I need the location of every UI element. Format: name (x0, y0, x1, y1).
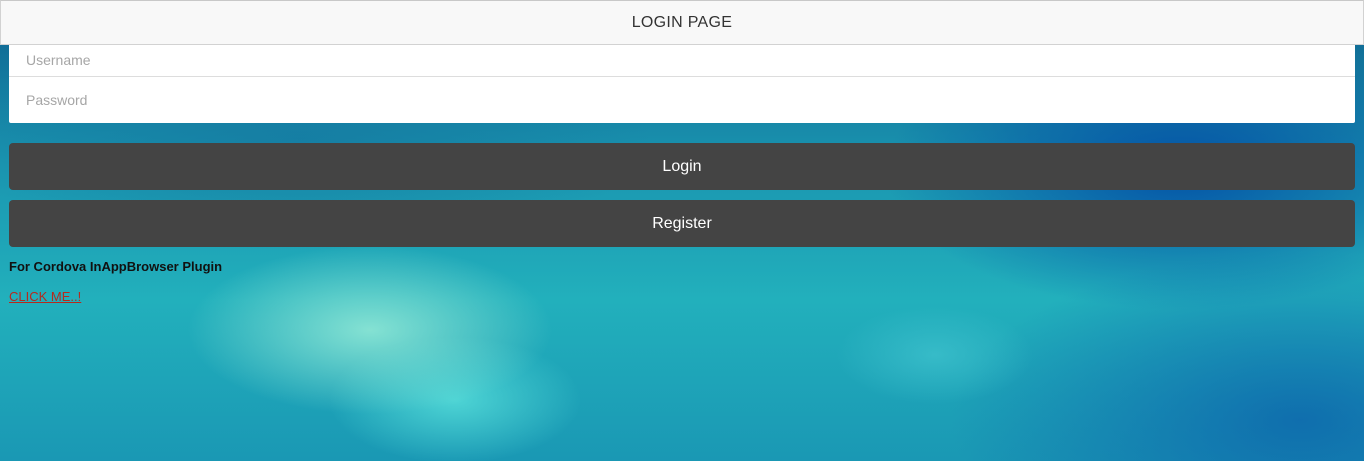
password-field[interactable] (9, 77, 1355, 123)
login-button[interactable]: Login (9, 143, 1355, 190)
login-button-label: Login (662, 157, 702, 175)
page-title: LOGIN PAGE (631, 13, 733, 31)
username-input[interactable] (26, 51, 1355, 68)
register-button-label: Register (652, 214, 712, 232)
password-input[interactable] (26, 92, 1355, 108)
plugin-note: For Cordova InAppBrowser Plugin (9, 259, 223, 274)
inappbrowser-link[interactable]: CLICK ME..! (9, 289, 81, 304)
top-bar: LOGIN PAGE (0, 0, 1364, 45)
register-button[interactable]: Register (9, 200, 1355, 247)
login-form (9, 33, 1355, 123)
